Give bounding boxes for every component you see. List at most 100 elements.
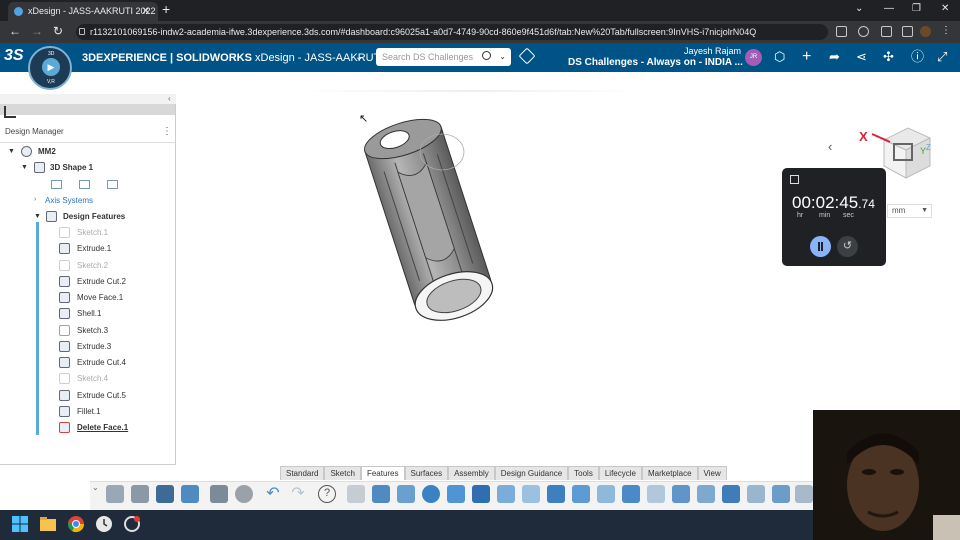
move-face-tool-icon[interactable] <box>722 485 740 503</box>
app-title-dropdown-icon[interactable]: ⌄ <box>355 50 363 66</box>
hole-tool-icon[interactable] <box>597 485 615 503</box>
open-icon[interactable] <box>131 485 149 503</box>
profile-avatar[interactable] <box>920 26 931 37</box>
sidebar-icon[interactable] <box>902 26 913 37</box>
clock-app-icon[interactable] <box>95 515 113 533</box>
chamfer-tool-icon[interactable] <box>522 485 540 503</box>
tree-node[interactable]: Extrude.3 <box>77 341 111 353</box>
user-name[interactable]: Jayesh Rajam <box>684 46 741 56</box>
tree-node[interactable]: Extrude.1 <box>77 243 111 255</box>
plane-yz-icon[interactable] <box>79 180 90 189</box>
save-icon[interactable] <box>156 485 174 503</box>
extrude-tool-icon[interactable] <box>372 485 390 503</box>
tab-view[interactable]: View <box>697 466 727 480</box>
tree-node[interactable]: Shell.1 <box>77 308 101 320</box>
tree-node[interactable]: Sketch.2 <box>77 260 108 272</box>
mirror-tool-icon[interactable] <box>647 485 665 503</box>
expand-icon[interactable]: ▼ <box>8 148 15 155</box>
pause-button[interactable] <box>810 236 831 257</box>
new-tab-button[interactable]: + <box>162 1 170 17</box>
shell-tool-icon[interactable] <box>547 485 565 503</box>
pattern-tool-icon[interactable] <box>622 485 640 503</box>
3d-model[interactable] <box>360 100 530 340</box>
tree-node[interactable]: Design Features <box>63 211 125 223</box>
tree-node[interactable]: Sketch.3 <box>77 325 108 337</box>
revolve-tool-icon[interactable] <box>422 485 440 503</box>
tab-design-guidance[interactable]: Design Guidance <box>494 466 569 480</box>
maximize-button[interactable]: ❐ <box>912 3 921 14</box>
sweep-tool-icon[interactable] <box>447 485 465 503</box>
compass-play-icon[interactable]: ▶ <box>42 58 60 76</box>
search-scope-dropdown-icon[interactable]: ⌄ <box>499 48 506 66</box>
community-name[interactable]: DS Challenges - Always on - INDIA ... <box>568 57 743 68</box>
tab-sketch[interactable]: Sketch <box>324 466 361 480</box>
tree-node[interactable]: Extrude Cut.4 <box>77 357 126 369</box>
rib-tool-icon[interactable] <box>672 485 690 503</box>
expand-icon[interactable]: › <box>34 196 36 203</box>
collapse-right-panel-icon[interactable]: ‹ <box>828 139 832 154</box>
tree-node[interactable]: Delete Face.1 <box>77 422 128 434</box>
network-share-icon[interactable]: ⋖ <box>856 49 867 65</box>
thicken-tool-icon[interactable] <box>697 485 715 503</box>
box-icon[interactable] <box>347 485 365 503</box>
compass-widget[interactable]: 3D ▶ V,R <box>28 46 72 90</box>
reload-button[interactable]: ↻ <box>53 24 63 38</box>
back-button[interactable]: ← <box>9 24 21 38</box>
expand-icon[interactable]: ▼ <box>21 164 28 171</box>
design-manager-menu-icon[interactable]: ⋮ <box>162 126 172 137</box>
bookmark-star-icon[interactable] <box>858 26 869 37</box>
tree-node[interactable]: Axis Systems <box>45 195 93 207</box>
tree-view-icon[interactable] <box>4 106 16 118</box>
notification-icon[interactable]: ⬡ <box>774 49 785 65</box>
chrome-icon[interactable] <box>67 515 85 533</box>
tree-node[interactable]: 3D Shape 1 <box>50 162 93 174</box>
tree-node[interactable]: Sketch.4 <box>77 373 108 385</box>
collapse-panel-icon[interactable]: ‹ <box>168 94 171 103</box>
fullscreen-icon[interactable]: ⤢ <box>937 49 947 65</box>
tree-node[interactable]: Move Face.1 <box>77 292 123 304</box>
minimize-button[interactable]: — <box>884 3 894 14</box>
cut-tool-icon[interactable] <box>397 485 415 503</box>
unit-select[interactable]: mm ▼ <box>887 204 932 218</box>
user-avatar[interactable]: JR <box>745 49 762 66</box>
browser-tab[interactable]: xDesign - JASS-AAKRUTI 2022 ✕ <box>8 2 158 21</box>
tree-node[interactable]: Fillet.1 <box>77 406 101 418</box>
help-icon[interactable]: ? <box>318 485 336 503</box>
import-icon[interactable] <box>181 485 199 503</box>
tab-surfaces[interactable]: Surfaces <box>404 466 449 480</box>
action-bar-menu-icon[interactable]: ⌄ <box>92 483 99 492</box>
tab-features[interactable]: Features <box>360 466 405 480</box>
tree-node[interactable]: Extrude Cut.5 <box>77 390 126 402</box>
file-explorer-icon[interactable] <box>39 515 57 533</box>
tab-standard[interactable]: Standard <box>280 466 325 480</box>
tree-node[interactable]: Extrude Cut.2 <box>77 276 126 288</box>
share-arrow-icon[interactable]: ➦ <box>829 49 840 65</box>
reset-button[interactable]: ↺ <box>837 236 858 257</box>
tab-search-chevron-icon[interactable]: ⌄ <box>855 3 863 14</box>
undo-icon[interactable]: ↶ <box>264 485 282 503</box>
tree-node[interactable]: Sketch.1 <box>77 227 108 239</box>
tab-tools[interactable]: Tools <box>568 466 599 480</box>
draft-tool-icon[interactable] <box>572 485 590 503</box>
settings-gear-icon[interactable] <box>235 485 253 503</box>
properties-icon[interactable] <box>210 485 228 503</box>
delete-face-tool-icon[interactable] <box>747 485 765 503</box>
fillet-tool-icon[interactable] <box>497 485 515 503</box>
recorder-app-icon[interactable] <box>123 515 141 533</box>
tab-close-icon[interactable]: ✕ <box>142 2 150 21</box>
browser-menu-icon[interactable]: ⋮ <box>941 26 952 37</box>
expand-timer-icon[interactable] <box>790 175 799 184</box>
tab-marketplace[interactable]: Marketplace <box>641 466 698 480</box>
reading-list-icon[interactable] <box>881 26 892 37</box>
tab-lifecycle[interactable]: Lifecycle <box>598 466 642 480</box>
help-icon[interactable]: ⓘ <box>911 49 924 65</box>
share-icon[interactable] <box>836 26 847 37</box>
close-window-button[interactable]: ✕ <box>941 3 949 14</box>
loft-tool-icon[interactable] <box>472 485 490 503</box>
new-icon[interactable] <box>106 485 124 503</box>
add-icon[interactable]: + <box>802 49 811 65</box>
plane-zx-icon[interactable] <box>107 180 118 189</box>
expand-icon[interactable]: ▼ <box>34 213 41 220</box>
windows-start-icon[interactable] <box>11 515 29 533</box>
forward-button[interactable]: → <box>31 24 43 38</box>
